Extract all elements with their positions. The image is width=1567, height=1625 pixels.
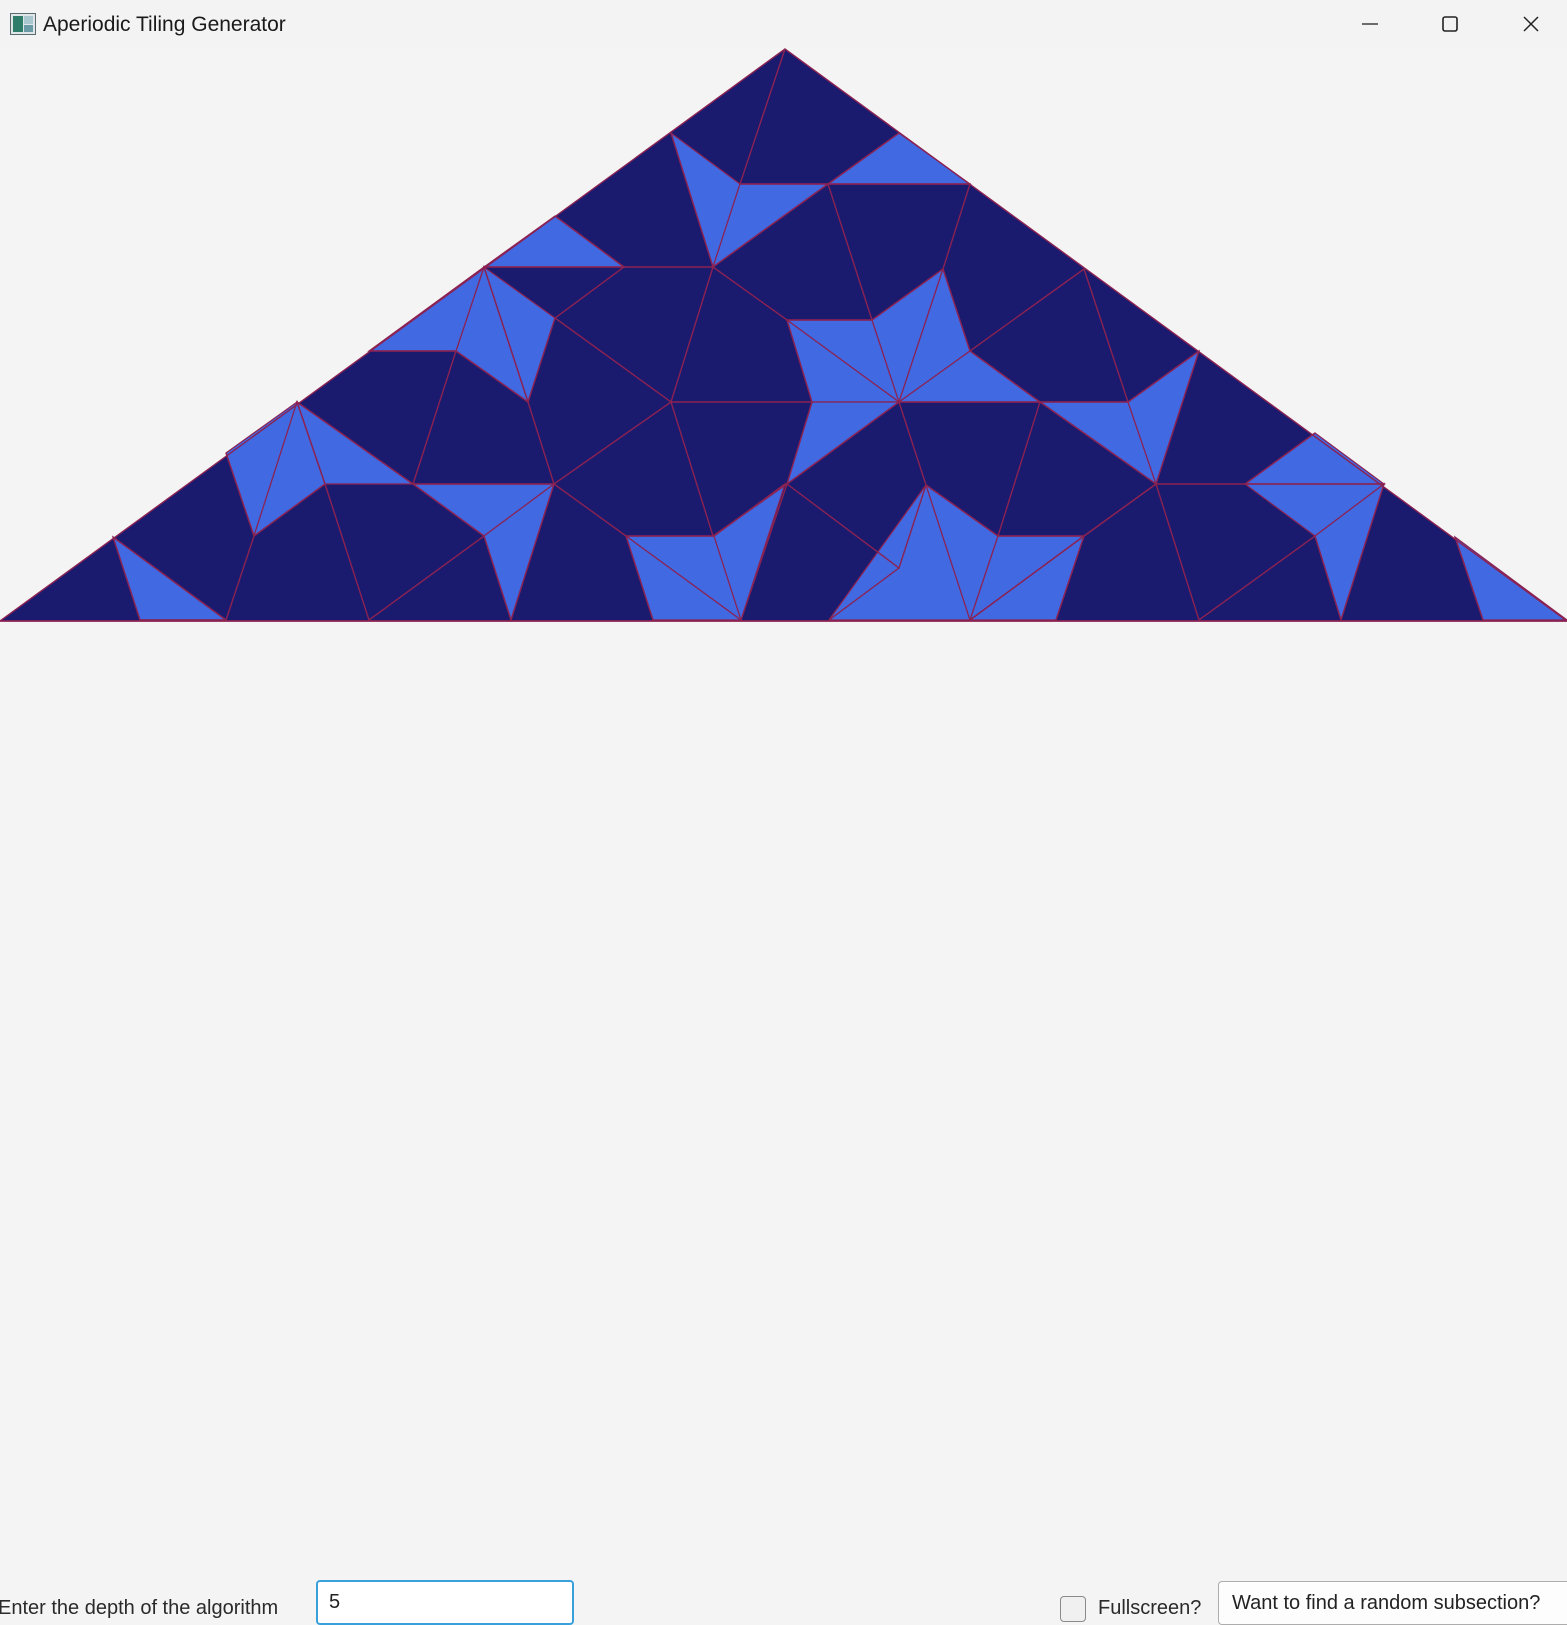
maximize-icon [1442, 16, 1458, 32]
minimize-icon [1362, 23, 1378, 25]
random-subsection-button[interactable]: Want to find a random subsection? [1218, 1581, 1567, 1625]
close-icon [1523, 16, 1539, 32]
fullscreen-checkbox[interactable] [1060, 1596, 1086, 1622]
maximize-button[interactable] [1410, 0, 1490, 48]
close-button[interactable] [1491, 0, 1567, 48]
title-bar: Aperiodic Tiling Generator [0, 0, 1567, 48]
tiling-canvas [0, 48, 1567, 623]
depth-input[interactable] [316, 1580, 574, 1625]
window-title: Aperiodic Tiling Generator [43, 13, 286, 36]
fullscreen-label: Fullscreen? [1098, 1597, 1202, 1619]
depth-label: Enter the depth of the algorithm [0, 1597, 279, 1619]
minimize-button[interactable] [1330, 0, 1410, 48]
app-icon [10, 13, 36, 35]
